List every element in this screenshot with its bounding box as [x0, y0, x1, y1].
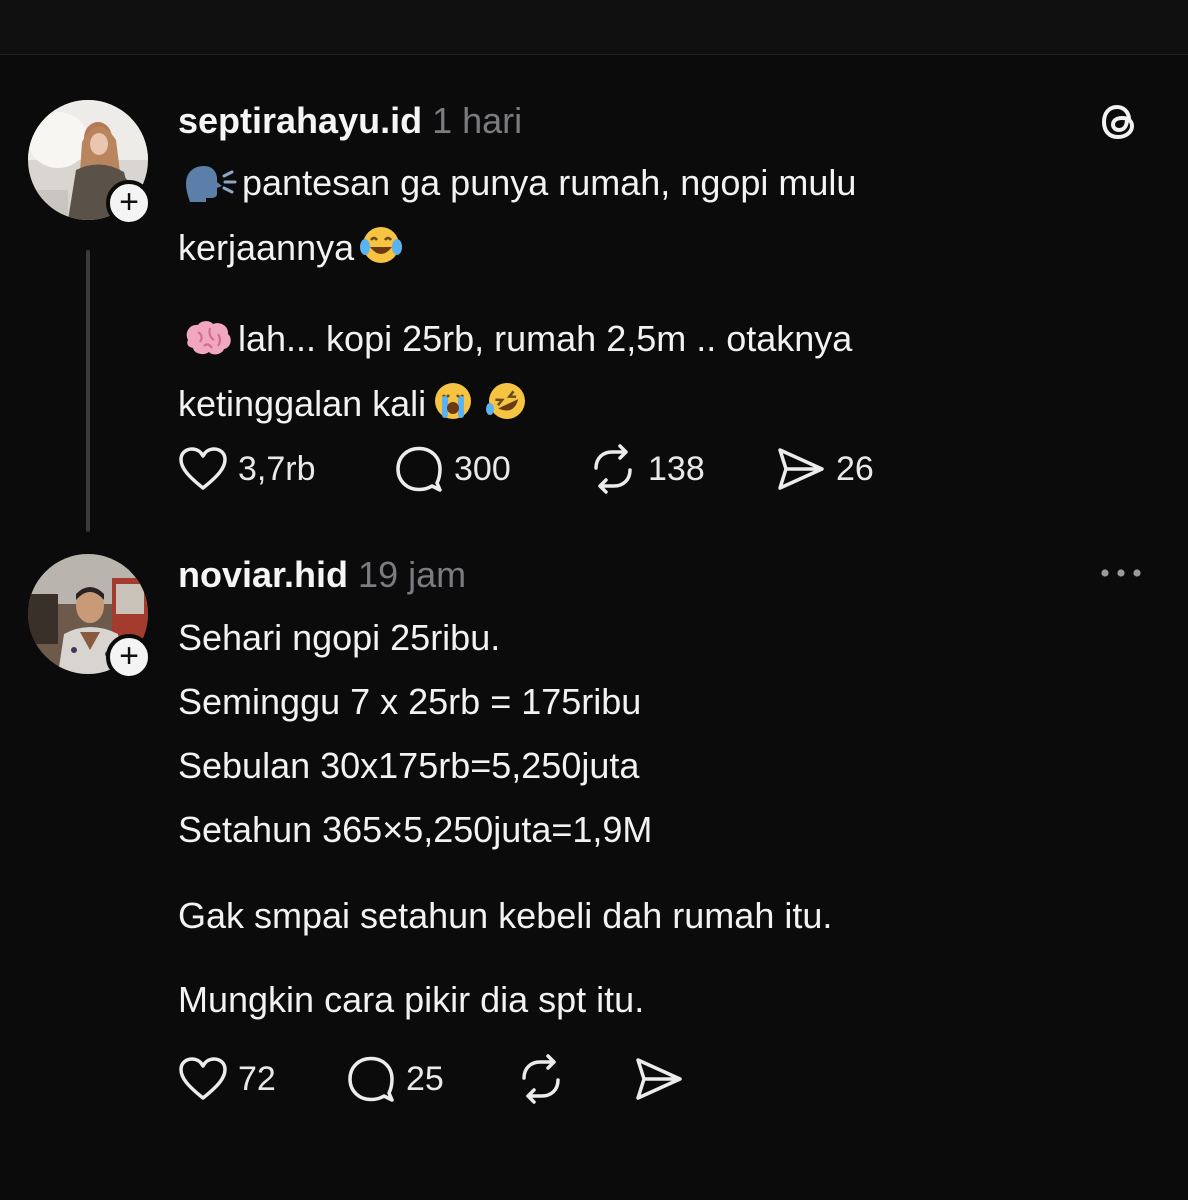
more-options-icon[interactable]	[1098, 566, 1144, 585]
post-header: noviar.hid 19 jam	[178, 554, 466, 596]
follow-button[interactable]: +	[106, 180, 152, 226]
post-line: lah... kopi 25rb, rumah 2,5m .. otaknya	[238, 318, 853, 359]
thread-line	[86, 250, 90, 532]
like-button[interactable]: 72	[178, 1054, 276, 1104]
brain-emoji-icon	[182, 317, 234, 375]
username[interactable]: septirahayu.id	[178, 100, 422, 141]
post-line: Sebulan 30x175rb=5,250juta	[178, 745, 640, 786]
reply-button[interactable]: 300	[394, 444, 511, 494]
post-line: ketinggalan kali	[178, 383, 427, 424]
repost-icon	[594, 444, 632, 494]
post-text: pantesan ga punya rumah, ngopi mulu kerj…	[178, 154, 1078, 440]
crying-emoji-icon	[430, 379, 476, 440]
post-line: pantesan ga punya rumah, ngopi mulu	[242, 162, 857, 203]
timestamp: 1 hari	[432, 100, 523, 141]
like-count: 3,7rb	[238, 449, 316, 488]
heart-icon	[179, 1057, 227, 1100]
reply-count: 300	[454, 449, 511, 488]
post-line: Mungkin cara pikir dia spt itu.	[178, 979, 645, 1020]
post-line: Gak smpai setahun kebeli dah rumah itu.	[178, 895, 833, 936]
repost-count: 138	[648, 449, 705, 488]
username[interactable]: noviar.hid	[178, 554, 348, 595]
reply-button[interactable]: 25	[346, 1054, 444, 1104]
post-text: Sehari ngopi 25ribu. Seminggu 7 x 25rb =…	[178, 606, 1078, 1032]
threads-logo-icon	[1096, 98, 1144, 151]
repost-icon	[522, 1054, 560, 1104]
post-line: Setahun 365×5,250juta=1,9M	[178, 809, 653, 850]
post-line: Sehari ngopi 25ribu.	[178, 617, 501, 658]
share-button[interactable]: 26	[776, 444, 874, 494]
comment-icon	[396, 446, 442, 492]
top-bar	[0, 0, 1188, 55]
send-icon	[778, 448, 824, 490]
post-header: septirahayu.id 1 hari	[178, 100, 522, 142]
heart-icon	[179, 447, 227, 490]
post-line: Seminggu 7 x 25rb = 175ribu	[178, 681, 642, 722]
reply-count: 25	[406, 1059, 444, 1098]
comment-icon	[348, 1056, 394, 1102]
speaking-head-emoji-icon	[182, 161, 238, 219]
rofl-emoji-icon	[484, 379, 530, 440]
laughing-tears-emoji-icon	[358, 223, 404, 284]
repost-button[interactable]: 138	[588, 444, 705, 494]
post-line: kerjaannya	[178, 227, 355, 268]
like-button[interactable]: 3,7rb	[178, 444, 316, 494]
share-count: 26	[836, 449, 874, 488]
repost-button[interactable]	[516, 1054, 576, 1104]
share-button[interactable]	[634, 1054, 694, 1104]
send-icon	[636, 1058, 682, 1100]
like-count: 72	[238, 1059, 276, 1098]
follow-button[interactable]: +	[106, 634, 152, 680]
timestamp: 19 jam	[358, 554, 467, 595]
